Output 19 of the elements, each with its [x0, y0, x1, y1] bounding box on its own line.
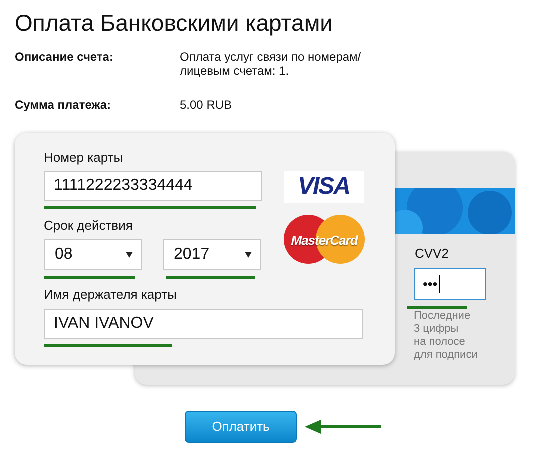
cvv-hint: Последние 3 цифры на полосе для подписи: [414, 310, 479, 362]
dropdown[interactable]: 2017: [163, 239, 261, 270]
field-label: Номер карты: [44, 150, 124, 166]
caret-icon: [126, 252, 133, 258]
detail-value: Оплата услуг связи по номерам/ лицевым счетам: 1.: [180, 50, 362, 78]
cvv-field[interactable]: •••: [414, 268, 486, 300]
visa-logo: VISA: [284, 171, 364, 203]
field-label: Срок действия: [44, 218, 134, 234]
caret-icon: [245, 252, 252, 258]
card-number-field[interactable]: 1111222233334444: [44, 171, 262, 201]
detail-label: Описание счета:: [15, 50, 114, 66]
dropdown[interactable]: 08: [44, 239, 142, 270]
field-label: Имя держателя карты: [44, 287, 178, 303]
detail-label: Сумма платежа:: [15, 98, 112, 113]
cvv-label: CVV2: [415, 246, 450, 262]
text-cursor: [438, 275, 440, 293]
page-title: Оплата Банковскими картами: [15, 9, 334, 38]
cardholder-field[interactable]: IVAN IVANOV: [44, 309, 363, 339]
detail-value: 5.00 RUB: [180, 98, 232, 113]
